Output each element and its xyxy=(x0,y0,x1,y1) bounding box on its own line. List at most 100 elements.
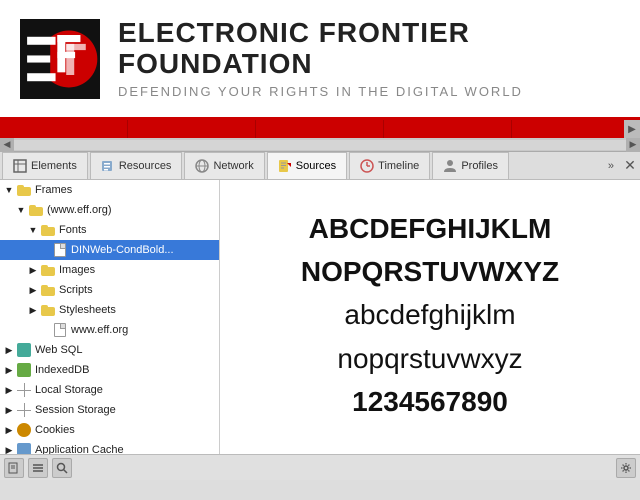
sources-icon xyxy=(278,159,292,173)
sidebar-item-images[interactable]: Images xyxy=(0,260,219,280)
tab-network[interactable]: Network xyxy=(184,152,264,179)
sidebar-item-scripts[interactable]: Scripts xyxy=(0,280,219,300)
www-eff-file-label: www.eff.org xyxy=(71,324,128,336)
new-file-button[interactable] xyxy=(4,458,24,478)
new-file-icon xyxy=(8,462,20,474)
nav-segment-1[interactable] xyxy=(0,120,128,138)
list-icon xyxy=(32,462,44,474)
font-preview-area: ABCDEFGHIJKLM NOPQRSTUVWXYZ abcdefghijkl… xyxy=(220,180,640,454)
stylesheets-triangle xyxy=(28,305,38,315)
horizontal-scrollbar[interactable]: ◀ ▶ xyxy=(0,138,640,152)
sidebar-item-fonts[interactable]: Fonts xyxy=(0,220,219,240)
font-file-triangle xyxy=(40,245,50,255)
font-preview-line-1: ABCDEFGHIJKLM xyxy=(301,209,559,248)
font-preview-line-2: NOPQRSTUVWXYZ xyxy=(301,252,559,291)
font-preview: ABCDEFGHIJKLM NOPQRSTUVWXYZ abcdefghijkl… xyxy=(301,209,559,425)
devtools-bottom-toolbar xyxy=(0,454,640,480)
websql-triangle xyxy=(4,345,14,355)
sidebar-item-www-eff-file[interactable]: www.eff.org xyxy=(0,320,219,340)
folder-icon-5 xyxy=(40,282,56,298)
scripts-label: Scripts xyxy=(59,284,93,296)
sidebar-item-cookies[interactable]: Cookies xyxy=(0,420,219,440)
sessionstorage-triangle xyxy=(4,405,14,415)
scripts-triangle xyxy=(28,285,38,295)
www-file-triangle xyxy=(40,325,50,335)
www-eff-label: (www.eff.org) xyxy=(47,204,112,216)
resources-icon xyxy=(101,159,115,173)
sidebar-item-font-file[interactable]: DINWeb-CondBold... xyxy=(0,240,219,260)
font-preview-line-5: 1234567890 xyxy=(301,382,559,421)
search-icon xyxy=(56,462,68,474)
indexeddb-triangle xyxy=(4,365,14,375)
www-eff-triangle xyxy=(16,205,26,215)
resources-sidebar: Frames (www.eff.org) Fonts DINWeb-CondBo… xyxy=(0,180,220,454)
sidebar-item-sessionstorage[interactable]: Session Storage xyxy=(0,400,219,420)
elements-icon xyxy=(13,159,27,173)
appcache-label: Application Cache xyxy=(35,444,124,454)
tab-profiles-label: Profiles xyxy=(461,160,498,172)
search-button[interactable] xyxy=(52,458,72,478)
timeline-icon xyxy=(360,159,374,173)
red-nav-bar: ▶ xyxy=(0,120,640,138)
tab-elements-label: Elements xyxy=(31,160,77,172)
sessionstorage-icon xyxy=(16,402,32,418)
list-view-button[interactable] xyxy=(28,458,48,478)
images-triangle xyxy=(28,265,38,275)
tab-timeline[interactable]: Timeline xyxy=(349,152,430,179)
localstorage-triangle xyxy=(4,385,14,395)
nav-scroll-arrow[interactable]: ▶ xyxy=(624,120,640,138)
tab-resources[interactable]: Resources xyxy=(90,152,183,179)
appcache-triangle xyxy=(4,445,14,454)
folder-icon xyxy=(16,182,32,198)
sessionstorage-label: Session Storage xyxy=(35,404,116,416)
sidebar-item-www-eff[interactable]: (www.eff.org) xyxy=(0,200,219,220)
network-icon xyxy=(195,159,209,173)
scroll-right-btn[interactable]: ▶ xyxy=(626,138,640,152)
images-label: Images xyxy=(59,264,95,276)
file-icon-2 xyxy=(52,322,68,338)
profiles-icon xyxy=(443,159,457,173)
nav-segment-4[interactable] xyxy=(384,120,512,138)
banner-subtitle: DEFENDING YOUR RIGHTS IN THE DIGITAL WOR… xyxy=(118,84,620,99)
devtools-close-button[interactable]: ✕ xyxy=(620,152,640,179)
nav-segment-5[interactable] xyxy=(512,120,640,138)
folder-icon-3 xyxy=(40,222,56,238)
tab-sources[interactable]: Sources xyxy=(267,152,347,179)
font-preview-line-3: abcdefghijklm xyxy=(301,295,559,334)
tab-elements[interactable]: Elements xyxy=(2,152,88,179)
sidebar-item-indexeddb[interactable]: IndexedDB xyxy=(0,360,219,380)
websql-icon xyxy=(16,342,32,358)
tab-timeline-label: Timeline xyxy=(378,160,419,172)
eff-logo xyxy=(20,19,100,99)
tab-more-button[interactable]: » xyxy=(602,152,620,179)
folder-icon-4 xyxy=(40,262,56,278)
sidebar-item-localstorage[interactable]: Local Storage xyxy=(0,380,219,400)
settings-button[interactable] xyxy=(616,458,636,478)
scroll-left-btn[interactable]: ◀ xyxy=(0,138,14,152)
tab-resources-label: Resources xyxy=(119,160,172,172)
cookies-icon xyxy=(16,422,32,438)
tab-profiles[interactable]: Profiles xyxy=(432,152,509,179)
banner-text: ELECTRONIC FRONTIER FOUNDATION DEFENDING… xyxy=(118,18,620,99)
sidebar-item-appcache[interactable]: Application Cache xyxy=(0,440,219,454)
appcache-icon xyxy=(16,442,32,454)
frames-triangle xyxy=(4,185,14,195)
font-file-label: DINWeb-CondBold... xyxy=(71,244,174,256)
tab-sources-label: Sources xyxy=(296,160,336,172)
nav-segment-2[interactable] xyxy=(128,120,256,138)
nav-segment-3[interactable] xyxy=(256,120,384,138)
fonts-triangle xyxy=(28,225,38,235)
eff-banner: ELECTRONIC FRONTIER FOUNDATION DEFENDING… xyxy=(0,0,640,120)
folder-icon-2 xyxy=(28,202,44,218)
sidebar-item-stylesheets[interactable]: Stylesheets xyxy=(0,300,219,320)
stylesheets-label: Stylesheets xyxy=(59,304,116,316)
devtools-tab-bar: Elements Resources Network xyxy=(0,152,640,180)
indexeddb-icon xyxy=(16,362,32,378)
tab-network-label: Network xyxy=(213,160,253,172)
sidebar-item-frames[interactable]: Frames xyxy=(0,180,219,200)
sidebar-item-websql[interactable]: Web SQL xyxy=(0,340,219,360)
font-preview-line-4: nopqrstuvwxyz xyxy=(301,339,559,378)
scrollbar-track[interactable] xyxy=(14,140,626,150)
localstorage-icon xyxy=(16,382,32,398)
folder-icon-6 xyxy=(40,302,56,318)
